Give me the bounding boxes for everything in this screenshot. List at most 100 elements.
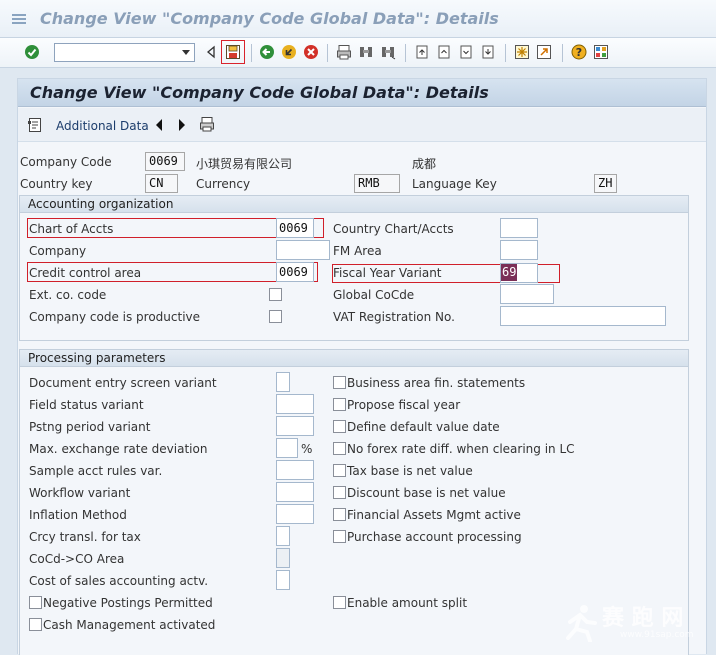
ext-co-code-checkbox[interactable]	[269, 288, 282, 301]
chevron-down-icon[interactable]	[182, 50, 190, 55]
customize-layout-icon[interactable]	[593, 44, 609, 60]
previous-entry-icon[interactable]	[153, 118, 165, 132]
sample-acct-rules-input[interactable]	[276, 460, 314, 480]
menu-icon[interactable]	[12, 14, 26, 24]
financial-assets-mgmt-checkbox[interactable]	[333, 508, 346, 521]
print-icon[interactable]	[336, 44, 352, 60]
discount-base-net-checkbox[interactable]	[333, 486, 346, 499]
accounting-organization-group: Accounting organization Chart of Accts 0…	[19, 195, 689, 341]
find-next-icon[interactable]	[380, 44, 396, 60]
save-button[interactable]	[221, 40, 245, 64]
runner-logo-icon	[566, 605, 597, 642]
tax-base-net-label: Tax base is net value	[347, 464, 473, 478]
company-city: 成都	[412, 157, 437, 171]
next-page-icon[interactable]	[458, 44, 474, 60]
toolbar-separator	[251, 44, 252, 62]
crcy-transl-tax-input[interactable]	[276, 526, 290, 546]
default-value-date-label: Define default value date	[347, 420, 500, 434]
previous-page-icon[interactable]	[436, 44, 452, 60]
watermark-brand: 赛 跑 网	[602, 605, 684, 631]
global-cocde-input[interactable]	[500, 284, 554, 304]
max-exchange-rate-input[interactable]	[276, 438, 298, 458]
save-icon	[226, 45, 240, 59]
processing-parameters-title: Processing parameters	[28, 351, 166, 365]
workflow-variant-input[interactable]	[276, 482, 314, 502]
company-label: Company	[29, 244, 87, 258]
cost-of-sales-input[interactable]	[276, 570, 290, 590]
enter-icon[interactable]	[24, 44, 40, 60]
language-key-field: ZH	[594, 174, 617, 193]
enable-amount-split-label: Enable amount split	[347, 596, 468, 610]
business-area-fin-checkbox[interactable]	[333, 376, 346, 389]
tax-base-net-checkbox[interactable]	[333, 464, 346, 477]
purchase-account-processing-checkbox[interactable]	[333, 530, 346, 543]
doc-entry-variant-label: Document entry screen variant	[29, 376, 217, 390]
application-toolbar: Additional Data	[18, 108, 706, 142]
main-screen: Change View "Company Code Global Data": …	[17, 78, 707, 655]
field-status-variant-label: Field status variant	[29, 398, 144, 412]
vat-registration-input[interactable]	[500, 306, 666, 326]
cost-of-sales-label: Cost of sales accounting actv.	[29, 574, 209, 588]
cancel-icon[interactable]	[303, 44, 319, 60]
standard-toolbar: ?	[0, 38, 716, 68]
productive-checkbox[interactable]	[269, 310, 282, 323]
exit-icon[interactable]	[281, 44, 297, 60]
pstng-period-variant-input[interactable]	[276, 416, 314, 436]
company-name: 小琪贸易有限公司	[196, 157, 293, 171]
max-exchange-rate-label: Max. exchange rate deviation	[29, 442, 208, 456]
doc-entry-variant-input[interactable]	[276, 372, 290, 392]
help-icon[interactable]: ?	[571, 44, 587, 60]
pstng-period-variant-label: Pstng period variant	[29, 420, 151, 434]
credit-control-area-label: Credit control area	[29, 266, 142, 280]
find-icon[interactable]	[358, 44, 374, 60]
company-code-field: 0069	[145, 152, 185, 171]
enable-amount-split-checkbox[interactable]	[333, 596, 346, 609]
fiscal-year-variant-input[interactable]: 69	[500, 263, 538, 283]
toolbar-separator	[562, 44, 563, 62]
accounting-organization-header: Accounting organization	[20, 196, 688, 213]
country-chart-label: Country Chart/Accts	[333, 222, 454, 236]
command-toggle-icon[interactable]	[203, 44, 219, 60]
company-input[interactable]	[276, 240, 330, 260]
crcy-transl-tax-label: Crcy transl. for tax	[29, 530, 141, 544]
create-session-icon[interactable]	[514, 44, 530, 60]
additional-data-icon[interactable]	[27, 117, 43, 133]
processing-parameters-header: Processing parameters	[20, 350, 688, 367]
currency-field: RMB	[354, 174, 400, 193]
business-area-fin-label: Business area fin. statements	[347, 376, 526, 390]
back-icon[interactable]	[259, 44, 275, 60]
last-page-icon[interactable]	[480, 44, 496, 60]
cash-management-checkbox[interactable]	[29, 618, 42, 631]
toolbar-separator	[505, 44, 506, 62]
print-icon[interactable]	[199, 116, 215, 132]
country-key-label: Country key	[20, 177, 93, 191]
screen-title: Change View "Company Code Global Data": …	[30, 83, 489, 102]
additional-data-button[interactable]: Additional Data	[56, 119, 149, 133]
country-chart-input[interactable]	[500, 218, 538, 238]
watermark-url: www.91sap.com	[620, 630, 694, 640]
fm-area-input[interactable]	[500, 240, 538, 260]
chart-of-accts-label: Chart of Accts	[29, 222, 114, 236]
inflation-method-input[interactable]	[276, 504, 314, 524]
svg-text:?: ?	[576, 46, 582, 59]
shortcut-icon[interactable]	[536, 44, 552, 60]
chart-of-accts-input[interactable]: 0069	[276, 218, 314, 238]
no-forex-rate-diff-checkbox[interactable]	[333, 442, 346, 455]
command-field[interactable]	[54, 43, 195, 62]
field-status-variant-input[interactable]	[276, 394, 314, 414]
propose-fiscal-year-label: Propose fiscal year	[347, 398, 461, 412]
no-forex-rate-diff-label: No forex rate diff. when clearing in LC	[347, 442, 575, 456]
propose-fiscal-year-checkbox[interactable]	[333, 398, 346, 411]
productive-label: Company code is productive	[29, 310, 201, 324]
default-value-date-checkbox[interactable]	[333, 420, 346, 433]
credit-control-area-input[interactable]: 0069	[276, 262, 314, 282]
sample-acct-rules-label: Sample acct rules var.	[29, 464, 163, 478]
vat-registration-label: VAT Registration No.	[333, 310, 455, 324]
ext-co-code-label: Ext. co. code	[29, 288, 107, 302]
first-page-icon[interactable]	[414, 44, 430, 60]
currency-label: Currency	[196, 177, 251, 191]
negative-postings-checkbox[interactable]	[29, 596, 42, 609]
cocd-co-area-field	[276, 548, 290, 568]
next-entry-icon[interactable]	[176, 118, 188, 132]
negative-postings-label: Negative Postings Permitted	[43, 596, 213, 610]
